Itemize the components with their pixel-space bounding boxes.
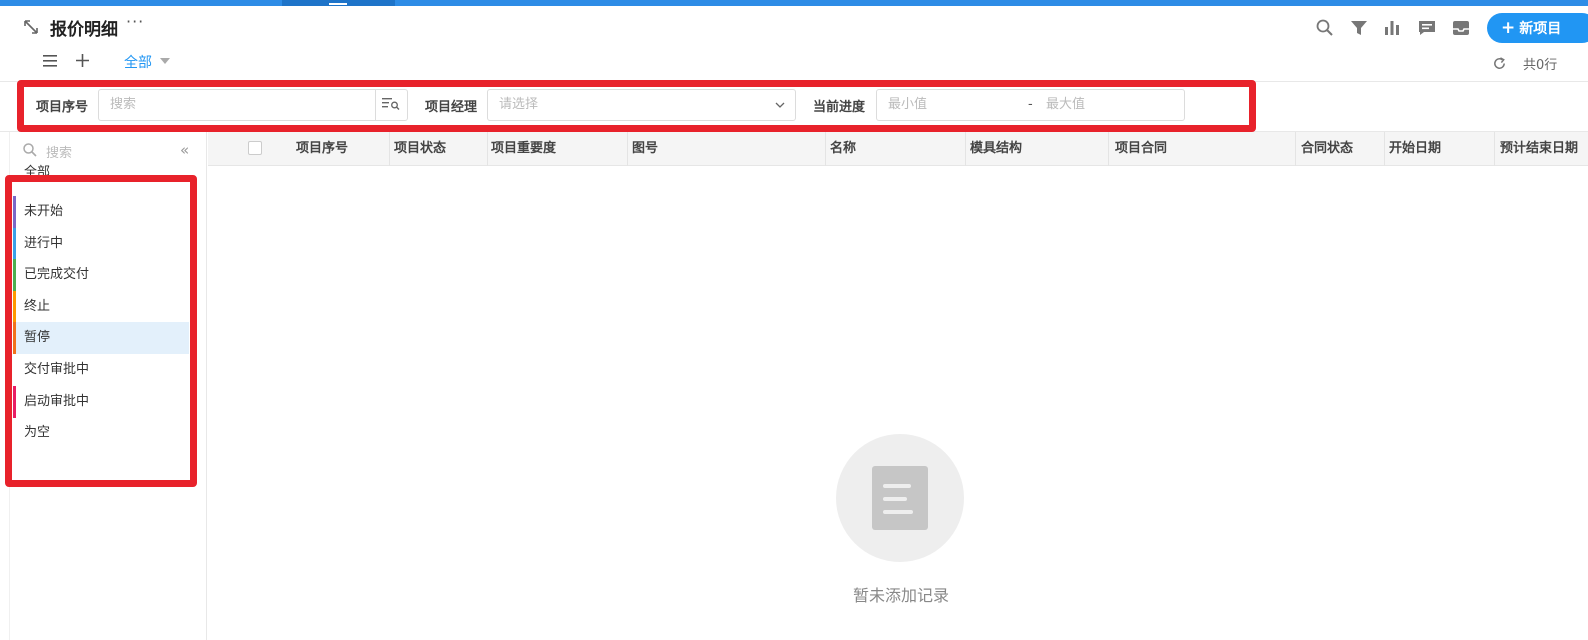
sidebar-search-placeholder: 搜索 <box>46 146 73 161</box>
sidebar-item-label: 暂停 <box>24 330 51 345</box>
manager-select[interactable]: 请选择 <box>487 89 796 121</box>
serial-search-input[interactable]: 搜索 <box>98 89 408 121</box>
sidebar-item-paused[interactable]: 暂停 <box>13 322 189 354</box>
add-view-icon[interactable] <box>75 53 90 68</box>
column-header[interactable]: 项目合同 <box>1109 132 1296 166</box>
sidebar-item-not-started[interactable]: 未开始 <box>13 196 189 228</box>
caret-down-icon[interactable] <box>160 58 170 64</box>
menu-icon[interactable] <box>42 54 58 68</box>
list-search-icon <box>382 98 400 110</box>
column-header[interactable]: 项目状态 <box>388 132 488 166</box>
sidebar-edge <box>9 132 10 640</box>
filter-icon[interactable] <box>1349 18 1369 38</box>
column-header[interactable]: 项目重要度 <box>485 132 628 166</box>
collapse-sidebar-icon[interactable]: « <box>180 141 189 159</box>
page-title: 报价明细 <box>50 20 118 40</box>
column-header[interactable]: 开始日期 <box>1383 132 1495 166</box>
manager-select-placeholder: 请选择 <box>499 97 539 112</box>
sidebar-item-label: 未开始 <box>24 204 64 219</box>
serial-search-placeholder: 搜索 <box>110 97 137 112</box>
sidebar-search[interactable]: 搜索 « <box>22 141 197 161</box>
search-icon[interactable] <box>1315 18 1335 38</box>
tab-all-label: 全部 <box>124 55 152 71</box>
table-header: 项目序号 项目状态 项目重要度 图号 名称 模具结构 项目合同 合同状态 开始日… <box>208 132 1588 166</box>
new-project-label: 新项目 <box>1519 21 1562 37</box>
filter-label-progress: 当前进度 <box>813 100 866 115</box>
progress-min-input[interactable]: 最小值 <box>888 97 927 112</box>
progress-range-input[interactable]: 最小值 - 最大值 <box>876 89 1185 121</box>
column-header[interactable]: 合同状态 <box>1295 132 1385 166</box>
sidebar-item-label: 交付审批中 <box>24 362 90 377</box>
sidebar-item-label: 启动审批中 <box>24 394 90 409</box>
tab-all[interactable]: 全部 <box>110 46 184 82</box>
sidebar-item-delivery-approval[interactable]: 交付审批中 <box>13 354 189 386</box>
sidebar-item-label: 进行中 <box>24 236 64 251</box>
list-search-button[interactable] <box>375 90 407 120</box>
plus-icon: + <box>1501 18 1516 38</box>
row-count: 共0行 <box>1523 58 1558 73</box>
data-grid: 项目序号 项目状态 项目重要度 图号 名称 模具结构 项目合同 合同状态 开始日… <box>208 132 1588 640</box>
column-header[interactable]: 模具结构 <box>964 132 1109 166</box>
filter-bar: 项目序号 搜索 项目经理 请选择 当前进度 最小值 - 最大值 <box>0 82 1588 132</box>
sidebar-item-delivered[interactable]: 已完成交付 <box>13 259 189 291</box>
inbox-icon[interactable] <box>1451 18 1471 38</box>
sidebar-item-in-progress[interactable]: 进行中 <box>13 228 189 260</box>
chart-icon[interactable] <box>1382 18 1402 38</box>
sidebar-item-label: 全部 <box>24 165 51 180</box>
chevron-down-icon <box>775 102 785 108</box>
new-project-button[interactable]: + 新项目 <box>1487 13 1588 43</box>
column-header[interactable]: 项目序号 <box>290 132 390 166</box>
refresh-icon[interactable] <box>1492 56 1507 71</box>
column-header[interactable]: 名称 <box>824 132 966 166</box>
sidebar-item-label: 已完成交付 <box>24 267 90 282</box>
sidebar-item-all[interactable]: 全部 <box>13 164 189 182</box>
sidebar-item-label: 终止 <box>24 299 51 314</box>
page-header: 报价明细 ··· + 新项目 全部 共0行 <box>0 6 1588 82</box>
column-header[interactable]: 预计结束日期 <box>1494 132 1588 166</box>
filter-label-serial: 项目序号 <box>36 100 89 115</box>
sidebar-item-terminated[interactable]: 终止 <box>13 291 189 323</box>
status-sidebar: 搜索 « 全部 未开始 进行中 已完成交付 终止 暂停 交付审批中 启动审批中 … <box>0 132 207 640</box>
column-header[interactable]: 图号 <box>626 132 826 166</box>
search-icon <box>23 143 37 157</box>
select-all-checkbox[interactable] <box>248 141 262 155</box>
range-dash: - <box>1028 97 1033 112</box>
document-icon <box>872 466 928 530</box>
more-icon[interactable]: ··· <box>126 12 144 31</box>
sidebar-item-start-approval[interactable]: 启动审批中 <box>13 386 189 418</box>
progress-max-input[interactable]: 最大值 <box>1046 90 1085 120</box>
sidebar-item-empty[interactable]: 为空 <box>13 417 189 449</box>
comment-icon[interactable] <box>1417 18 1437 38</box>
filter-label-manager: 项目经理 <box>425 100 478 115</box>
empty-message: 暂未添加记录 <box>852 586 949 605</box>
expand-icon[interactable] <box>22 18 40 36</box>
sidebar-item-label: 为空 <box>24 425 51 440</box>
